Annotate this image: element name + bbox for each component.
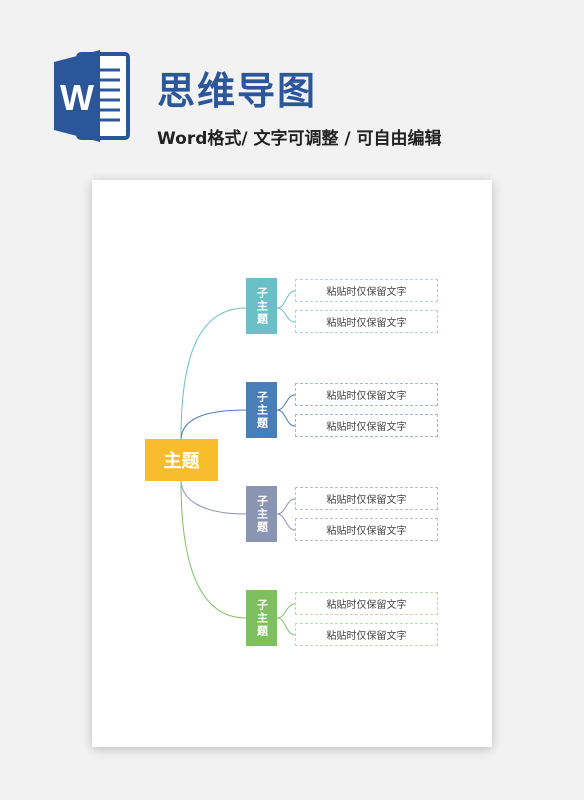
leaf-3-1[interactable]: 粘贴时仅保留文字 bbox=[295, 487, 438, 510]
connector-branch-3 bbox=[180, 480, 247, 515]
leaf-4-2[interactable]: 粘贴时仅保留文字 bbox=[295, 623, 438, 646]
connector-leaf-1-2 bbox=[276, 307, 296, 323]
word-icon: W bbox=[54, 50, 130, 142]
leaf-2-2[interactable]: 粘贴时仅保留文字 bbox=[295, 414, 438, 437]
connector-branch-2 bbox=[180, 409, 247, 440]
connector-branch-4 bbox=[180, 480, 247, 619]
leaf-3-2[interactable]: 粘贴时仅保留文字 bbox=[295, 518, 438, 541]
leaf-1-1[interactable]: 粘贴时仅保留文字 bbox=[295, 279, 438, 302]
main-topic[interactable]: 主题 bbox=[145, 439, 218, 481]
connector-branch-1 bbox=[180, 307, 247, 440]
subtopic-1[interactable]: 子主题 bbox=[246, 278, 277, 334]
leaf-4-1[interactable]: 粘贴时仅保留文字 bbox=[295, 592, 438, 615]
subtopic-3[interactable]: 子主题 bbox=[246, 486, 277, 542]
connector-leaf-3-1 bbox=[276, 498, 296, 515]
connector-leaf-3-2 bbox=[276, 513, 296, 531]
page-title: 思维导图 bbox=[157, 69, 318, 113]
leaf-2-1[interactable]: 粘贴时仅保留文字 bbox=[295, 383, 438, 406]
leaf-1-2[interactable]: 粘贴时仅保留文字 bbox=[295, 310, 438, 333]
connector-leaf-4-2 bbox=[276, 617, 296, 636]
connector-leaf-2-1 bbox=[276, 394, 296, 411]
word-logo-letter: W bbox=[60, 77, 94, 118]
connector-leaf-2-2 bbox=[276, 409, 296, 427]
subtopic-4[interactable]: 子主题 bbox=[246, 590, 277, 646]
connector-leaf-1-1 bbox=[276, 290, 296, 309]
document-page: 主题 子主题 粘贴时仅保留文字 粘贴时仅保留文字 子主题 粘贴时仅保留文字 粘贴… bbox=[92, 180, 492, 747]
page-subtitle: Word格式/ 文字可调整 / 可自由编辑 bbox=[157, 129, 442, 149]
connector-leaf-4-1 bbox=[276, 603, 296, 619]
subtopic-2[interactable]: 子主题 bbox=[246, 382, 277, 438]
